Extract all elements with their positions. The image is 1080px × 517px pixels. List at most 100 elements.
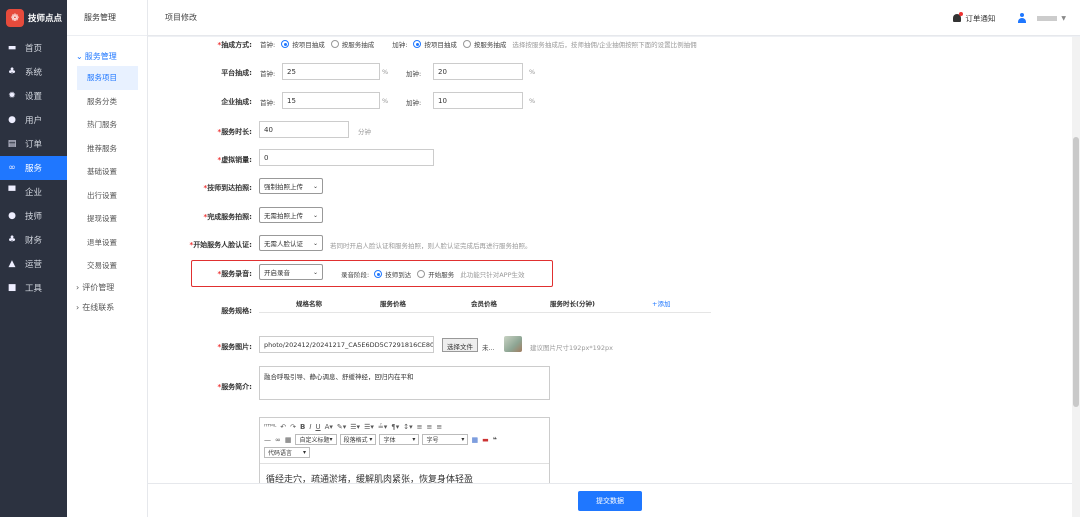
sec-item-refund-settings[interactable]: 退单设置 (67, 231, 147, 255)
sec-item-service-category[interactable]: 服务分类 (67, 90, 147, 114)
company-add-input[interactable]: 10 (433, 92, 523, 109)
font-size-select[interactable]: 字号 ▾ (422, 434, 469, 445)
company-first-input[interactable]: 15 (282, 92, 380, 109)
choose-file-button[interactable]: 选择文件 (442, 338, 478, 352)
chevron-down-icon[interactable]: ▼ (1061, 15, 1066, 22)
image-icon[interactable]: ▬ (482, 436, 489, 444)
sidebar-item-label: 订单 (25, 140, 43, 150)
font-color-icon[interactable]: A▾ (325, 423, 333, 431)
scrollbar-thumb[interactable] (1073, 137, 1079, 407)
sidebar-item-system[interactable]: ♣ 系统 (0, 60, 67, 84)
spec-divider (259, 312, 711, 313)
breadcrumb: 项目修改 (165, 13, 197, 22)
spec-add-link[interactable]: +添加 (652, 298, 670, 308)
font-family-select[interactable]: 字体 ▾ (379, 434, 420, 445)
bold-icon[interactable]: B (300, 423, 305, 431)
group-label: 服务管理 (84, 51, 117, 61)
intro-label: *服务简介: (217, 383, 252, 391)
finish-photo-select[interactable]: 无需拍照上传 ⌄ (259, 207, 323, 223)
image-path-input[interactable]: photo/202412/20241217_CA5E6DD5C7291816CE… (259, 336, 434, 353)
extract-add-service-radio[interactable]: 按服务抽成 (462, 39, 506, 49)
sidebar-item-service[interactable]: ∞ 服务 (0, 156, 67, 180)
hr-icon[interactable]: — (264, 436, 271, 444)
platform-first-input[interactable]: 25 (282, 63, 380, 80)
duration-unit: 分钟 (358, 128, 371, 136)
extract-first-service-radio[interactable]: 按服务抽成 (330, 39, 374, 49)
unordered-list-icon[interactable]: ☰▾ (364, 423, 374, 431)
code-language-select[interactable]: 代码语言 ▾ (264, 447, 310, 458)
arrive-photo-select[interactable]: 强制拍照上传 ⌄ (259, 178, 323, 194)
quote-icon[interactable]: ❝ (493, 436, 497, 444)
brand-name: 技师点点 (28, 14, 63, 24)
group-service-manage[interactable]: ⌄ 服务管理 (67, 46, 147, 66)
date-icon[interactable]: ▦ (285, 436, 292, 444)
sidebar-item-tools[interactable]: ■ 工具 (0, 276, 67, 300)
user-icon: ● (8, 211, 16, 221)
sidebar-item-finance[interactable]: ♣ 财务 (0, 228, 67, 252)
sec-item-travel-settings[interactable]: 出行设置 (67, 184, 147, 208)
line-height-icon[interactable]: ↕▾ (403, 423, 412, 431)
underline-icon[interactable]: U (315, 423, 320, 431)
sidebar-item-settings[interactable]: ✹ 设置 (0, 84, 67, 108)
start-verify-select[interactable]: 无需人脸认证 ⌄ (259, 235, 323, 251)
sidebar-item-company[interactable]: ▀ 企业 (0, 180, 67, 204)
paragraph-icon[interactable]: ¶▾ (391, 423, 399, 431)
sec-item-service-project[interactable]: 服务项目 (77, 66, 138, 90)
recording-select[interactable]: 开启录音 ⌄ (259, 264, 323, 280)
username-blurred[interactable] (1037, 15, 1058, 21)
html-icon[interactable]: ᴴᵀᴹᴸ (264, 423, 276, 431)
sidebar-item-label: 工具 (25, 284, 43, 294)
sidebar-item-users[interactable]: ● 用户 (0, 108, 67, 132)
link-icon[interactable]: ∞ (275, 436, 281, 444)
align-center-icon[interactable]: ≡ (427, 423, 433, 431)
secondary-title: 服务管理 (67, 0, 147, 36)
bell-icon[interactable] (952, 12, 964, 23)
virtual-sales-input[interactable]: 0 (259, 149, 434, 166)
extract-first-project-radio[interactable]: 按项目抽成 (281, 39, 325, 49)
building-icon: ▀ (8, 187, 16, 197)
duration-input[interactable]: 40 (259, 121, 349, 138)
platform-add-input[interactable]: 20 (433, 63, 523, 80)
sidebar-item-operations[interactable]: ▲ 运营 (0, 252, 67, 276)
ordered-list-icon[interactable]: ☰▾ (350, 423, 360, 431)
align-left-icon[interactable]: ≡ (417, 423, 423, 431)
sec-item-withdraw-settings[interactable]: 提现设置 (67, 207, 147, 231)
sec-item-trade-settings[interactable]: 交易设置 (67, 254, 147, 278)
sidebar-item-technician[interactable]: ● 技师 (0, 204, 67, 228)
first-clock-label: 首钟: (260, 41, 276, 49)
row-spacing-icon[interactable]: ≟▾ (378, 423, 387, 431)
sidebar-item-orders[interactable]: ▤ 订单 (0, 132, 67, 156)
group-online-contact[interactable]: › 在线联系 (67, 298, 147, 318)
secondary-sidebar: 服务管理 ⌄ 服务管理 服务项目 服务分类 热门服务 推荐服务 基础设置 出行设置… (67, 0, 148, 517)
chevron-down-icon: ⌄ (312, 182, 318, 190)
extract-add-project-radio[interactable]: 按项目抽成 (413, 39, 457, 49)
sec-item-basic-settings[interactable]: 基础设置 (67, 160, 147, 184)
sec-item-recommend-service[interactable]: 推荐服务 (67, 137, 147, 161)
sidebar-item-home[interactable]: ▬ 首页 (0, 36, 67, 60)
recording-hint: 此功能只针对APP生效 (460, 271, 525, 279)
recording-label: *服务录音: (217, 270, 252, 278)
avatar-icon[interactable] (1017, 13, 1027, 23)
service-image-thumbnail[interactable] (504, 336, 522, 352)
italic-icon[interactable]: I (309, 423, 311, 431)
paragraph-format-select[interactable]: 段落格式 ▾ (339, 434, 377, 445)
stage-start-radio[interactable]: 开始服务 (417, 269, 454, 279)
undo-icon[interactable]: ↶ (280, 423, 286, 431)
stage-arrive-radio[interactable]: 技师到达 (374, 269, 411, 279)
table-icon[interactable]: ▦ (471, 436, 478, 444)
scrollbar[interactable] (1072, 37, 1080, 517)
order-notice-link[interactable]: 订单通知 (965, 13, 995, 24)
submit-button[interactable]: 提交数据 (578, 490, 642, 511)
spec-col-member-price: 会员价格 (471, 300, 497, 308)
redo-icon[interactable]: ↷ (290, 423, 296, 431)
highlight-icon[interactable]: ✎▾ (337, 423, 346, 431)
intro-textarea[interactable]: 融合呼吸引导、静心调息、舒缓神经，回归内在平和 (259, 366, 550, 400)
start-verify-label: *开始服务人脸认证: (189, 241, 252, 249)
align-right-icon[interactable]: ≡ (436, 423, 442, 431)
group-evaluation[interactable]: › 评价管理 (67, 278, 147, 298)
link-icon: ∞ (8, 163, 16, 173)
chevron-down-icon: ⌄ (312, 211, 318, 219)
custom-title-select[interactable]: 自定义标题 ▾ (295, 434, 337, 445)
sec-item-hot-service[interactable]: 热门服务 (67, 113, 147, 137)
chevron-down-icon: ⌄ (312, 268, 318, 276)
